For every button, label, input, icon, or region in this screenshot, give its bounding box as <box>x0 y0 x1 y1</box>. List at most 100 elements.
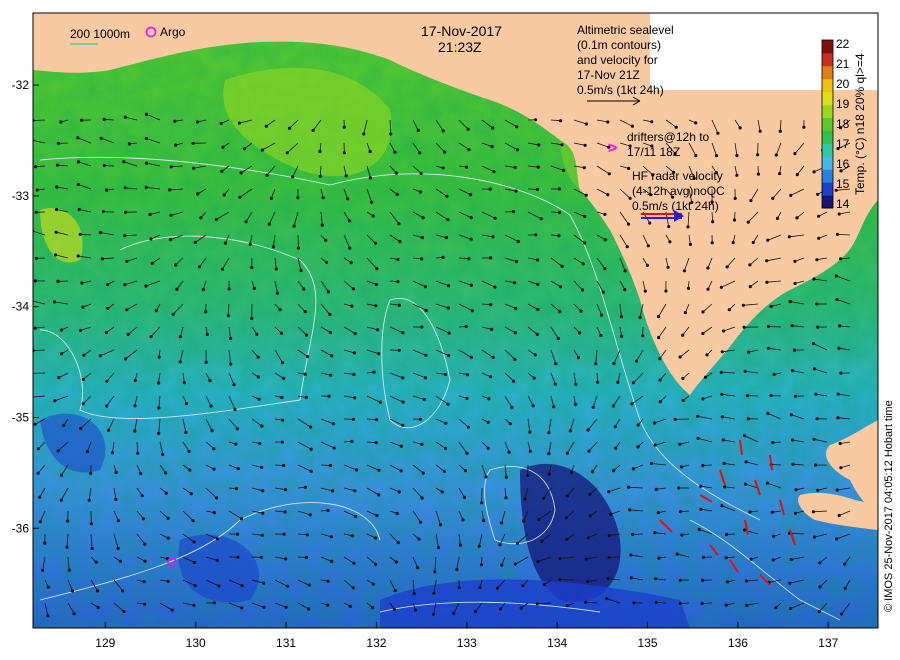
colorbar-swatch <box>822 169 833 183</box>
velocity-arrow-head <box>259 465 264 469</box>
velocity-arrow-head <box>66 519 70 523</box>
velocity-arrow-head <box>790 438 795 442</box>
velocity-arrow-head <box>33 326 37 330</box>
velocity-arrow-head <box>308 425 313 429</box>
velocity-arrow-head <box>489 256 493 260</box>
velocity-arrow-head <box>607 172 611 176</box>
velocity-arrow-head <box>76 182 80 187</box>
velocity-arrow-head <box>240 583 244 588</box>
velocity-arrow-head <box>535 187 540 191</box>
velocity-arrow-head <box>351 417 355 421</box>
velocity-arrow-head <box>473 609 478 614</box>
velocity-arrow-head <box>696 436 700 440</box>
velocity-arrow-head <box>777 172 782 176</box>
velocity-arrow-head <box>446 402 450 406</box>
velocity-arrow-head <box>573 402 578 407</box>
velocity-arrow-head <box>514 259 519 264</box>
velocity-arrow <box>609 556 621 558</box>
velocity-arrow-head <box>193 240 197 244</box>
velocity-arrow-head <box>394 560 398 564</box>
velocity-arrow-head <box>96 605 100 610</box>
velocity-arrow-head <box>282 532 286 536</box>
velocity-arrow-head <box>619 315 624 319</box>
velocity-arrow-head <box>657 556 661 560</box>
velocity-arrow-head <box>793 259 797 263</box>
velocity-arrow-head <box>354 468 359 472</box>
velocity-arrow-head <box>495 586 499 590</box>
velocity-arrow-head <box>504 496 508 500</box>
velocity-arrow-head <box>114 470 118 475</box>
velocity-arrow-head <box>735 173 739 177</box>
velocity-arrow-head <box>606 120 610 124</box>
velocity-arrow-head <box>733 196 737 200</box>
velocity-arrow-head <box>261 489 265 493</box>
velocity-arrow-head <box>81 377 85 381</box>
velocity-arrow-head <box>700 578 705 582</box>
velocity-arrow-head <box>792 348 797 352</box>
velocity-arrow-head <box>261 511 265 515</box>
velocity-arrow-head <box>133 378 137 383</box>
velocity-arrow-head <box>178 360 182 364</box>
colorbar-tick-label: 15 <box>836 177 850 191</box>
velocity-arrow-head <box>579 309 583 313</box>
velocity-arrow-head <box>653 443 657 447</box>
velocity-arrow-head <box>466 127 470 131</box>
altimetry-legend-line: 0.5m/s (1kt 24h) <box>577 83 664 97</box>
velocity-arrow-head <box>766 324 771 329</box>
velocity-arrow-head <box>353 331 357 336</box>
velocity-arrow-head <box>650 120 654 124</box>
velocity-arrow-head <box>452 611 456 616</box>
velocity-arrow-head <box>204 310 208 314</box>
velocity-arrow-head <box>396 540 400 545</box>
velocity-arrow-head <box>398 239 402 244</box>
velocity-arrow-head <box>78 328 83 333</box>
velocity-arrow-head <box>232 383 236 387</box>
velocity-arrow-head <box>511 379 516 383</box>
velocity-arrow-head <box>748 510 752 514</box>
velocity-arrow-head <box>444 421 448 425</box>
velocity-arrow-head <box>70 589 75 593</box>
velocity-arrow-head <box>587 449 591 453</box>
velocity-arrow-head <box>735 153 739 158</box>
velocity-arrow-head <box>76 160 81 164</box>
velocity-arrow-head <box>416 128 420 132</box>
velocity-arrow-head <box>393 588 397 593</box>
velocity-arrow-head <box>558 577 562 582</box>
velocity-arrow-head <box>182 380 186 385</box>
velocity-arrow-head <box>477 544 481 548</box>
velocity-arrow-head <box>743 369 747 373</box>
velocity-arrow-head <box>89 522 93 526</box>
velocity-arrow-head <box>215 537 219 541</box>
velocity-arrow-head <box>282 376 286 380</box>
velocity-arrow-head <box>568 429 573 433</box>
velocity-arrow-head <box>532 376 536 380</box>
velocity-arrow-head <box>467 148 471 152</box>
velocity-arrow-head <box>584 557 588 561</box>
velocity-arrow-head <box>77 207 81 212</box>
velocity-arrow-head <box>330 489 335 493</box>
velocity-arrow-head <box>342 125 346 129</box>
velocity-arrow-head <box>565 451 570 455</box>
velocity-arrow-head <box>192 560 196 565</box>
velocity-arrow-head <box>139 471 143 476</box>
velocity-arrow-head <box>490 145 494 149</box>
velocity-arrow-head <box>469 216 473 220</box>
velocity-arrow-head <box>795 216 799 220</box>
velocity-arrow-head <box>464 324 468 329</box>
velocity-arrow-head <box>217 584 221 588</box>
velocity-arrow-head <box>583 241 587 245</box>
velocity-arrow-head <box>668 240 672 244</box>
velocity-arrow-head <box>641 334 645 338</box>
velocity-arrow-head <box>38 520 42 524</box>
velocity-arrow-head <box>493 285 497 289</box>
velocity-arrow-head <box>835 297 839 302</box>
velocity-arrow-head <box>813 463 818 467</box>
velocity-arrow-head <box>789 413 793 417</box>
velocity-arrow-head <box>500 563 504 567</box>
velocity-arrow-head <box>816 488 820 492</box>
velocity-arrow-head <box>212 510 216 515</box>
velocity-arrow-head <box>682 269 687 273</box>
velocity-arrow-head <box>634 359 639 363</box>
velocity-arrow-head <box>98 230 103 235</box>
colorbar-tick-label: 20 <box>836 77 850 91</box>
